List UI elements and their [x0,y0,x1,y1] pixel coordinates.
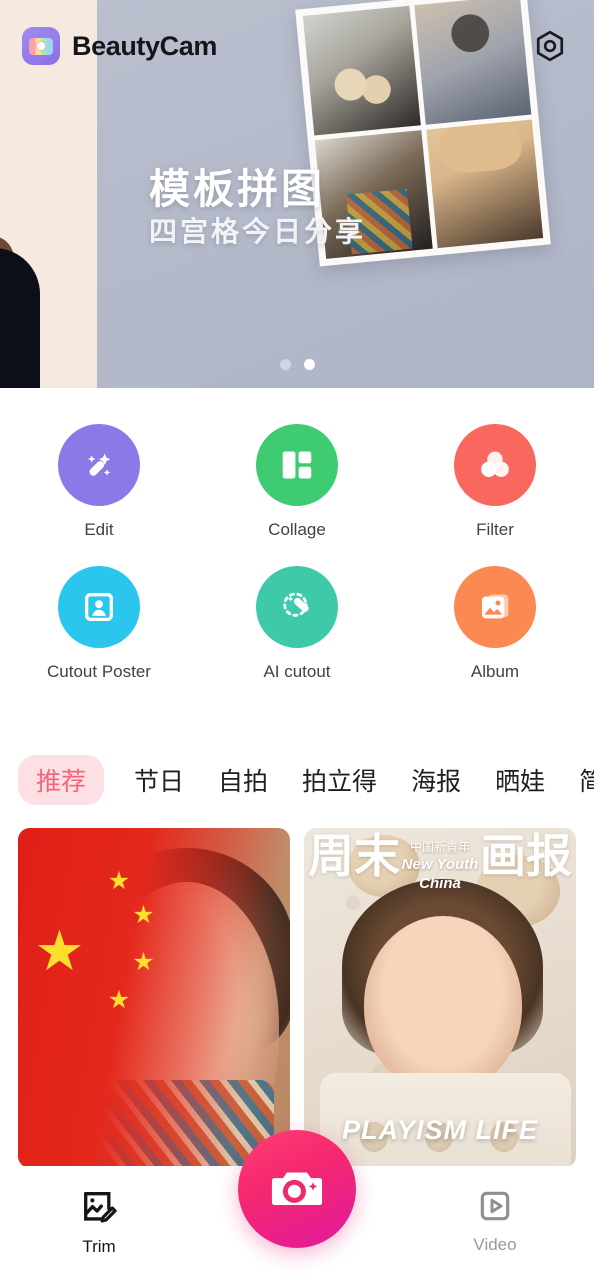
tool-album[interactable]: Album [396,566,594,682]
carousel-dot-1[interactable] [279,359,291,370]
tool-row-1: Edit Collage Filter [0,424,594,540]
app-header: BeautyCam [0,0,594,92]
flag-star-small-2: ★ [132,900,155,929]
camera-app-logo-icon [22,27,60,65]
tab-poster[interactable]: 海报 [407,755,465,805]
tool-label: Filter [476,520,514,539]
collage-icon-circle [256,424,338,506]
magazine-bottom-text: PLAYISM LIFE [341,1115,538,1145]
flag-star-small-3: ★ [132,948,155,977]
nav-video[interactable]: Video [396,1166,594,1255]
template-card-list: ★ ★ ★ ★ ★ 周末 画报 中国新青年 New Youth China PL… [0,828,594,1168]
tab-recommended[interactable]: 推荐 [18,755,105,805]
tab-festival[interactable]: 节日 [130,755,188,805]
camera-shutter-button[interactable] [238,1130,356,1248]
tool-edit[interactable]: Edit [0,424,198,540]
grid-layout-icon [282,451,312,479]
tool-grid: Edit Collage Filter Cutout Poster AI cut… [0,400,594,682]
three-circles-icon [481,451,509,477]
play-square-icon [480,1191,510,1221]
flag-star-small-4: ★ [107,985,131,1014]
photo-stack-icon [482,594,509,619]
banner-title: 模板拼图 [149,165,325,213]
tool-collage[interactable]: Collage [198,424,396,540]
carousel-dot-2[interactable] [303,359,315,370]
magazine-overline-en-2: China [419,875,461,892]
app-name: BeautyCam [72,30,217,61]
cutout-poster-icon-circle [58,566,140,648]
flag-star-large: ★ [34,919,85,983]
portrait-frame-icon [84,592,114,622]
logo-camera-glyph [29,37,53,55]
tool-label: Album [470,662,520,681]
filter-icon-circle [454,424,536,506]
tab-simple[interactable]: 简约 [575,755,594,805]
magazine-overline-en-1: New Youth [401,856,479,873]
template-card-magazine[interactable]: 周末 画报 中国新青年 New Youth China PLAYISM LIFE [304,828,576,1168]
tool-label: Edit [84,520,114,539]
tool-filter[interactable]: Filter [396,424,594,540]
image-edit-icon [84,1192,117,1223]
tab-selfie[interactable]: 自拍 [214,755,272,805]
banner-subtitle: 四宫格今日分享 [149,215,367,248]
carousel-dots [0,359,594,370]
tab-kids[interactable]: 晒娃 [491,755,549,805]
hexagon-settings-icon [536,30,564,62]
settings-button[interactable] [530,26,570,66]
tab-polaroid[interactable]: 拍立得 [298,755,381,805]
magazine-overline-cn: 中国新青年 [409,840,471,854]
magazine-title-left: 周末 [308,829,400,883]
nav-trim[interactable]: Trim [0,1166,198,1257]
collage-photo-4 [425,119,544,249]
camera-icon [271,1172,323,1206]
tool-ai-cutout[interactable]: AI cutout [198,566,396,682]
tool-label: Cutout Poster [47,662,151,681]
category-tabs[interactable]: 推荐 节日 自拍 拍立得 海报 晒娃 简约 [0,752,594,808]
dotted-wand-icon [283,592,309,617]
tool-cutout-poster[interactable]: Cutout Poster [0,566,198,682]
magazine-title-right: 画报 [480,829,572,883]
tool-label: AI cutout [263,662,331,681]
china-flag-overlay: ★ ★ ★ ★ ★ [18,828,290,1168]
magic-wand-icon [88,453,111,476]
template-card-flag[interactable]: ★ ★ ★ ★ ★ [18,828,290,1168]
tool-label: Collage [268,520,326,539]
tool-row-2: Cutout Poster AI cutout Album [0,566,594,682]
nav-video-label: Video [473,1235,517,1254]
app-screen: 模板拼图 四宫格今日分享 BeautyCam Edit Collage Filt… [0,0,594,1280]
edit-icon-circle [58,424,140,506]
nav-trim-label: Trim [82,1237,116,1256]
ai-cutout-icon-circle [256,566,338,648]
album-icon-circle [454,566,536,648]
flag-star-small-1: ★ [107,866,131,895]
app-logo: BeautyCam [22,27,217,65]
magazine-model-face [363,916,522,1094]
